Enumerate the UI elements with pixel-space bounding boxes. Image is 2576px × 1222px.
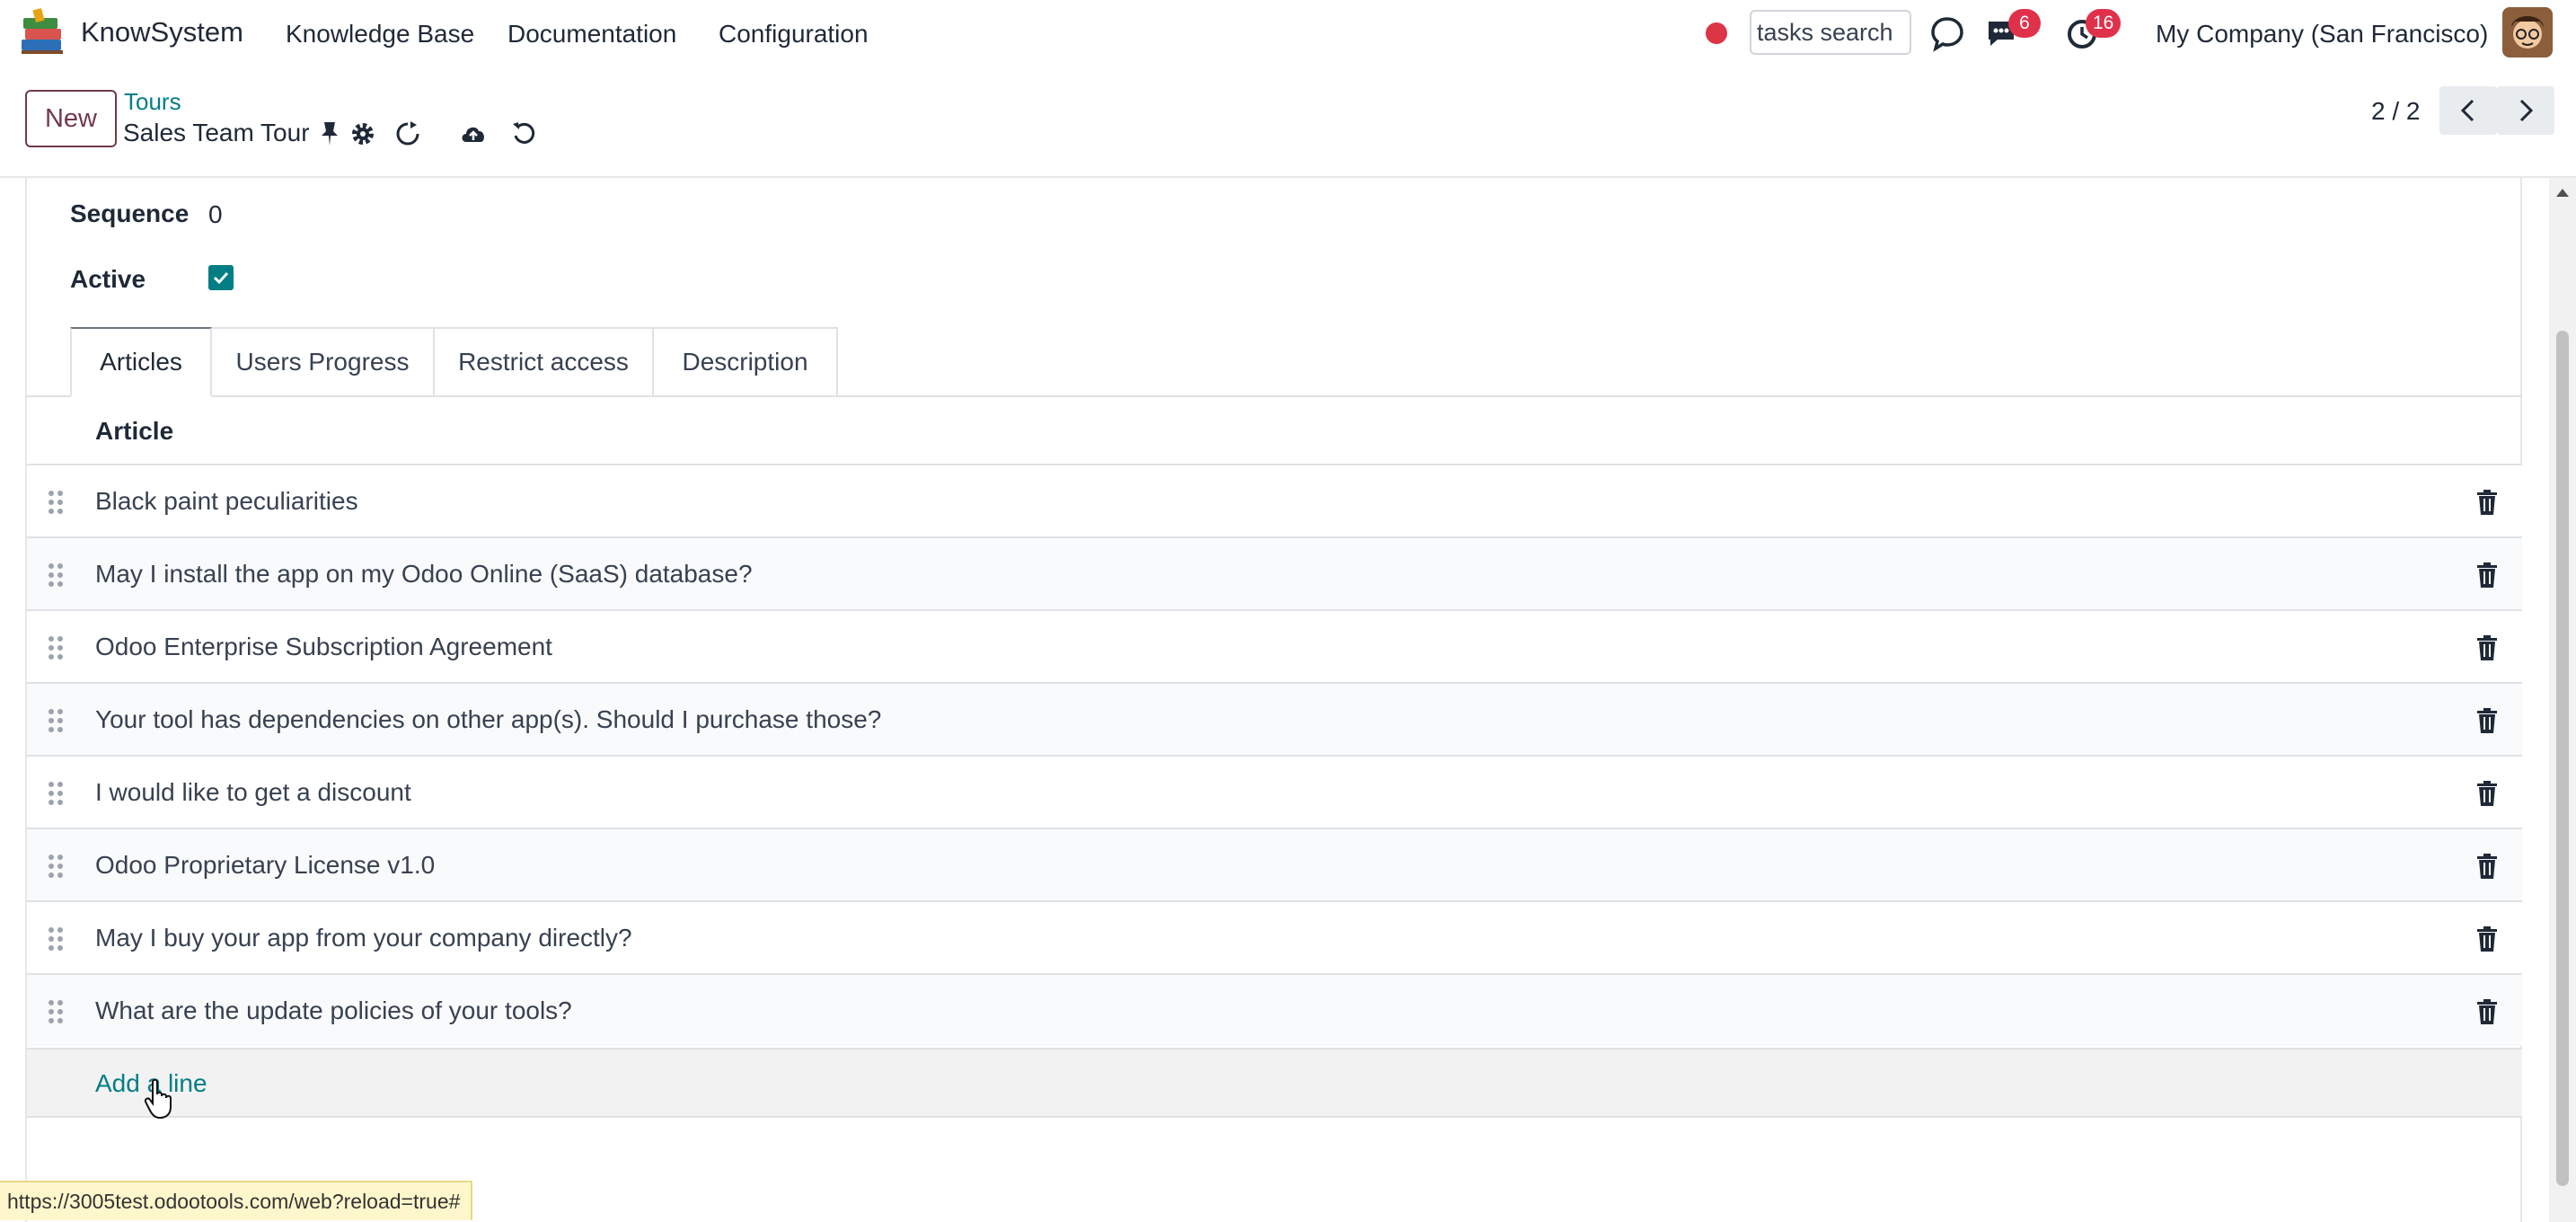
chevron-left-icon (2460, 99, 2475, 122)
table-row[interactable]: Your tool has dependencies on other app(… (27, 682, 2522, 755)
hand-cursor-icon (144, 1078, 172, 1120)
status-url-bar: https://3005test.odootools.com/web?reloa… (0, 1181, 473, 1220)
trash-icon[interactable] (2475, 707, 2499, 734)
gear-icon[interactable] (348, 119, 378, 149)
menu-documentation[interactable]: Documentation (507, 20, 676, 49)
tab-restrict-access[interactable]: Restrict access (433, 327, 654, 397)
new-button[interactable]: New (25, 90, 117, 147)
active-label: Active (70, 265, 146, 293)
drag-handle-icon[interactable] (47, 707, 65, 734)
trash-icon[interactable] (2475, 634, 2499, 661)
table-row[interactable]: Odoo Proprietary License v1.0 (27, 828, 2522, 900)
vertical-scrollbar[interactable] (2549, 178, 2576, 1222)
article-title[interactable]: Odoo Enterprise Subscription Agreement (95, 633, 552, 661)
menu-configuration[interactable]: Configuration (719, 20, 869, 49)
check-icon (213, 271, 229, 285)
sequence-label: Sequence (70, 199, 190, 227)
table-row[interactable]: I would like to get a discount (27, 755, 2522, 828)
table-row[interactable]: May I buy your app from your company dir… (27, 900, 2522, 973)
article-column-header[interactable]: Article (95, 417, 173, 446)
app-name[interactable]: KnowSystem (81, 16, 243, 49)
table-row[interactable]: Odoo Enterprise Subscription Agreement (27, 609, 2522, 682)
scrollbar-thumb[interactable] (2556, 331, 2569, 1186)
drag-handle-icon[interactable] (47, 853, 65, 880)
article-title[interactable]: What are the update policies of your too… (95, 996, 572, 1025)
tab-articles[interactable]: Articles (70, 327, 212, 397)
table-row[interactable]: Black paint peculiarities (27, 464, 2522, 536)
drag-handle-icon[interactable] (47, 634, 65, 661)
top-navbar: KnowSystem Knowledge Base Documentation … (0, 0, 2576, 68)
tab-description[interactable]: Description (652, 327, 838, 397)
trash-icon[interactable] (2475, 998, 2499, 1025)
recording-indicator[interactable] (1706, 22, 1727, 44)
trash-icon[interactable] (2475, 925, 2499, 952)
pager-value[interactable]: 2 / 2 (2371, 97, 2420, 126)
breadcrumb-tours[interactable]: Tours (124, 88, 181, 116)
company-switcher[interactable]: My Company (San Francisco) (2156, 20, 2488, 49)
menu-knowledge-base[interactable]: Knowledge Base (286, 20, 474, 49)
tab-users-progress[interactable]: Users Progress (210, 327, 435, 397)
drag-handle-icon[interactable] (47, 780, 65, 807)
trash-icon[interactable] (2475, 853, 2499, 880)
drag-handle-icon[interactable] (47, 489, 65, 516)
control-panel: New Tours Sales Team Tour 2 / 2 (0, 68, 2576, 178)
article-title[interactable]: Odoo Proprietary License v1.0 (95, 851, 435, 880)
pin-icon[interactable] (314, 119, 345, 149)
trash-icon[interactable] (2475, 780, 2499, 807)
trash-icon[interactable] (2475, 562, 2499, 589)
activities-badge: 16 (2086, 9, 2122, 38)
chat-bubble-icon[interactable] (1927, 13, 1968, 54)
article-title[interactable]: I would like to get a discount (95, 778, 411, 807)
article-title[interactable]: Black paint peculiarities (95, 487, 358, 516)
scroll-up-arrow[interactable] (2556, 189, 2569, 197)
drag-handle-icon[interactable] (47, 998, 65, 1025)
article-title[interactable]: May I install the app on my Odoo Online … (95, 560, 753, 589)
pager-previous-button[interactable] (2439, 86, 2497, 135)
cloud-upload-icon[interactable] (458, 119, 489, 149)
article-title[interactable]: Your tool has dependencies on other app(… (95, 705, 881, 734)
article-title[interactable]: May I buy your app from your company dir… (95, 924, 632, 952)
table-row[interactable]: What are the update policies of your too… (27, 973, 2522, 1046)
pager-next-button[interactable] (2497, 86, 2554, 135)
active-checkbox[interactable] (208, 265, 234, 290)
refresh-icon[interactable] (393, 119, 423, 149)
drag-handle-icon[interactable] (47, 562, 65, 589)
table-row[interactable]: May I install the app on my Odoo Online … (27, 536, 2522, 609)
undo-icon[interactable] (509, 119, 540, 149)
tasks-search-input[interactable] (1750, 10, 1911, 55)
chevron-right-icon (2519, 99, 2534, 122)
record-title: Sales Team Tour (123, 119, 310, 146)
add-line-row: Add a line (27, 1048, 2522, 1118)
sequence-value[interactable]: 0 (208, 200, 223, 229)
trash-icon[interactable] (2475, 489, 2499, 516)
books-logo-icon[interactable] (16, 7, 68, 59)
messages-badge: 6 (2008, 9, 2041, 38)
drag-handle-icon[interactable] (47, 925, 65, 952)
user-avatar[interactable] (2502, 7, 2553, 58)
